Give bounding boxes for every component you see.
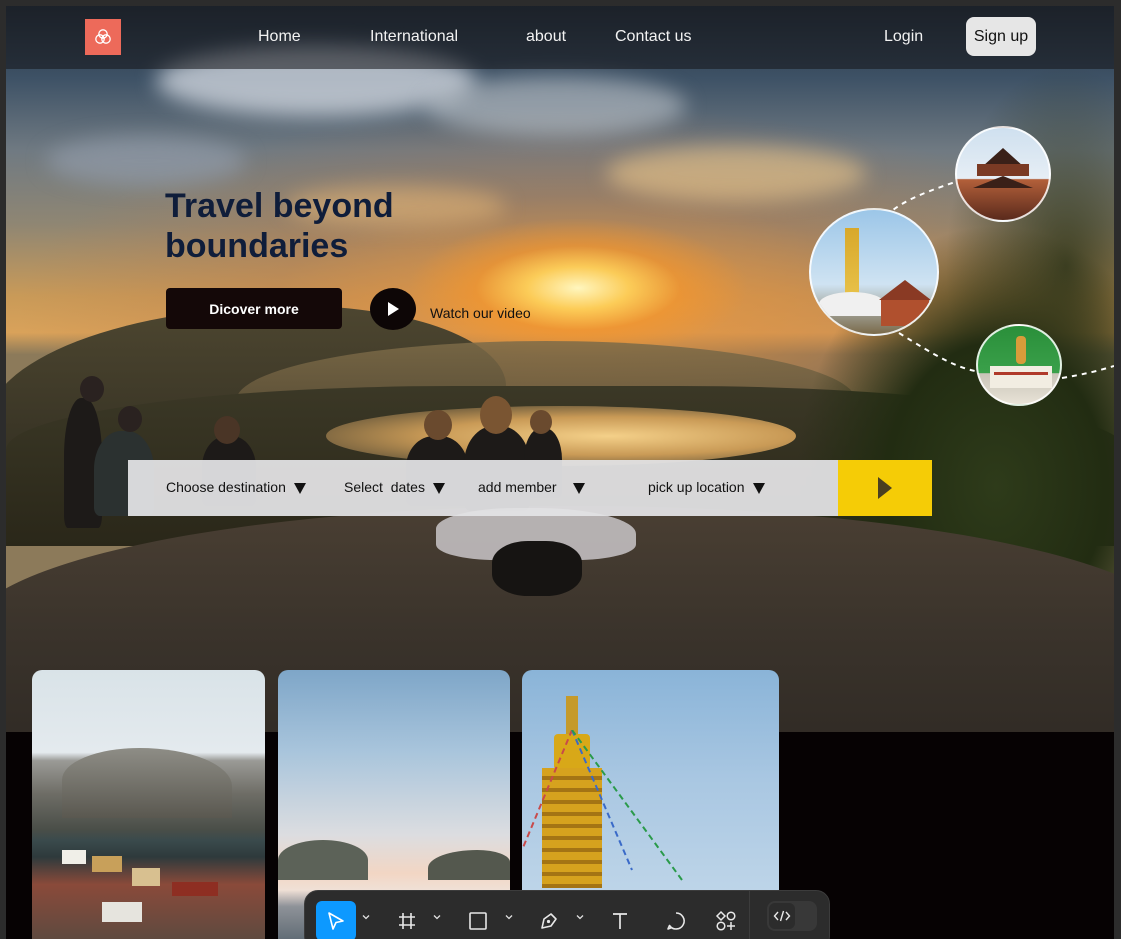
chevron-down-icon[interactable] — [362, 913, 370, 921]
assets-tool-button[interactable] — [708, 901, 744, 939]
destination-dropdown[interactable]: Choose destination — [166, 479, 306, 495]
rectangle-tool-button[interactable] — [460, 901, 496, 939]
destination-bubble-stupa[interactable] — [809, 208, 939, 336]
pickup-dropdown[interactable]: pick up location — [648, 479, 765, 495]
play-arrow-icon — [878, 477, 892, 499]
route-dashed-line — [885, 177, 1114, 379]
frame-hash-icon — [399, 913, 415, 929]
dates-label: Select dates — [344, 479, 425, 495]
chevron-down-icon[interactable] — [433, 913, 441, 921]
destination-bubble-pagoda[interactable] — [955, 126, 1051, 222]
dev-mode-toggle[interactable] — [767, 901, 817, 931]
destination-card-mountain-village[interactable] — [32, 670, 265, 939]
destination-bubble-statue[interactable] — [976, 324, 1062, 406]
caret-down-icon — [752, 483, 765, 494]
frame-tool-button[interactable] — [389, 901, 425, 939]
member-label: add member — [478, 479, 557, 495]
toolbar-divider — [749, 891, 750, 939]
trip-search-bar: Choose destination Select dates add memb… — [128, 460, 932, 516]
pen-nib-icon — [541, 913, 557, 929]
chevron-down-icon[interactable] — [576, 913, 584, 921]
cursor-arrow-icon — [328, 912, 344, 930]
rectangle-icon — [469, 912, 487, 930]
code-brackets-icon — [769, 903, 795, 929]
search-submit-button[interactable] — [838, 460, 932, 516]
caret-down-icon — [293, 483, 306, 494]
shapes-plus-icon — [715, 910, 736, 931]
text-t-icon — [613, 913, 627, 929]
text-tool-button[interactable] — [602, 901, 638, 939]
member-dropdown[interactable]: add member — [478, 479, 585, 495]
chevron-down-icon[interactable] — [505, 913, 513, 921]
design-toolbar — [304, 890, 830, 939]
destination-label: Choose destination — [166, 479, 286, 495]
pickup-label: pick up location — [648, 479, 745, 495]
comment-bubble-icon — [667, 912, 685, 930]
caret-down-icon — [432, 483, 445, 494]
caret-down-icon — [572, 483, 585, 494]
pen-tool-button[interactable] — [531, 901, 567, 939]
comment-tool-button[interactable] — [658, 901, 694, 939]
canvas-frame: Home International about Contact us Logi… — [6, 6, 1114, 939]
move-tool-button[interactable] — [316, 901, 356, 939]
dates-dropdown[interactable]: Select dates — [344, 479, 445, 495]
